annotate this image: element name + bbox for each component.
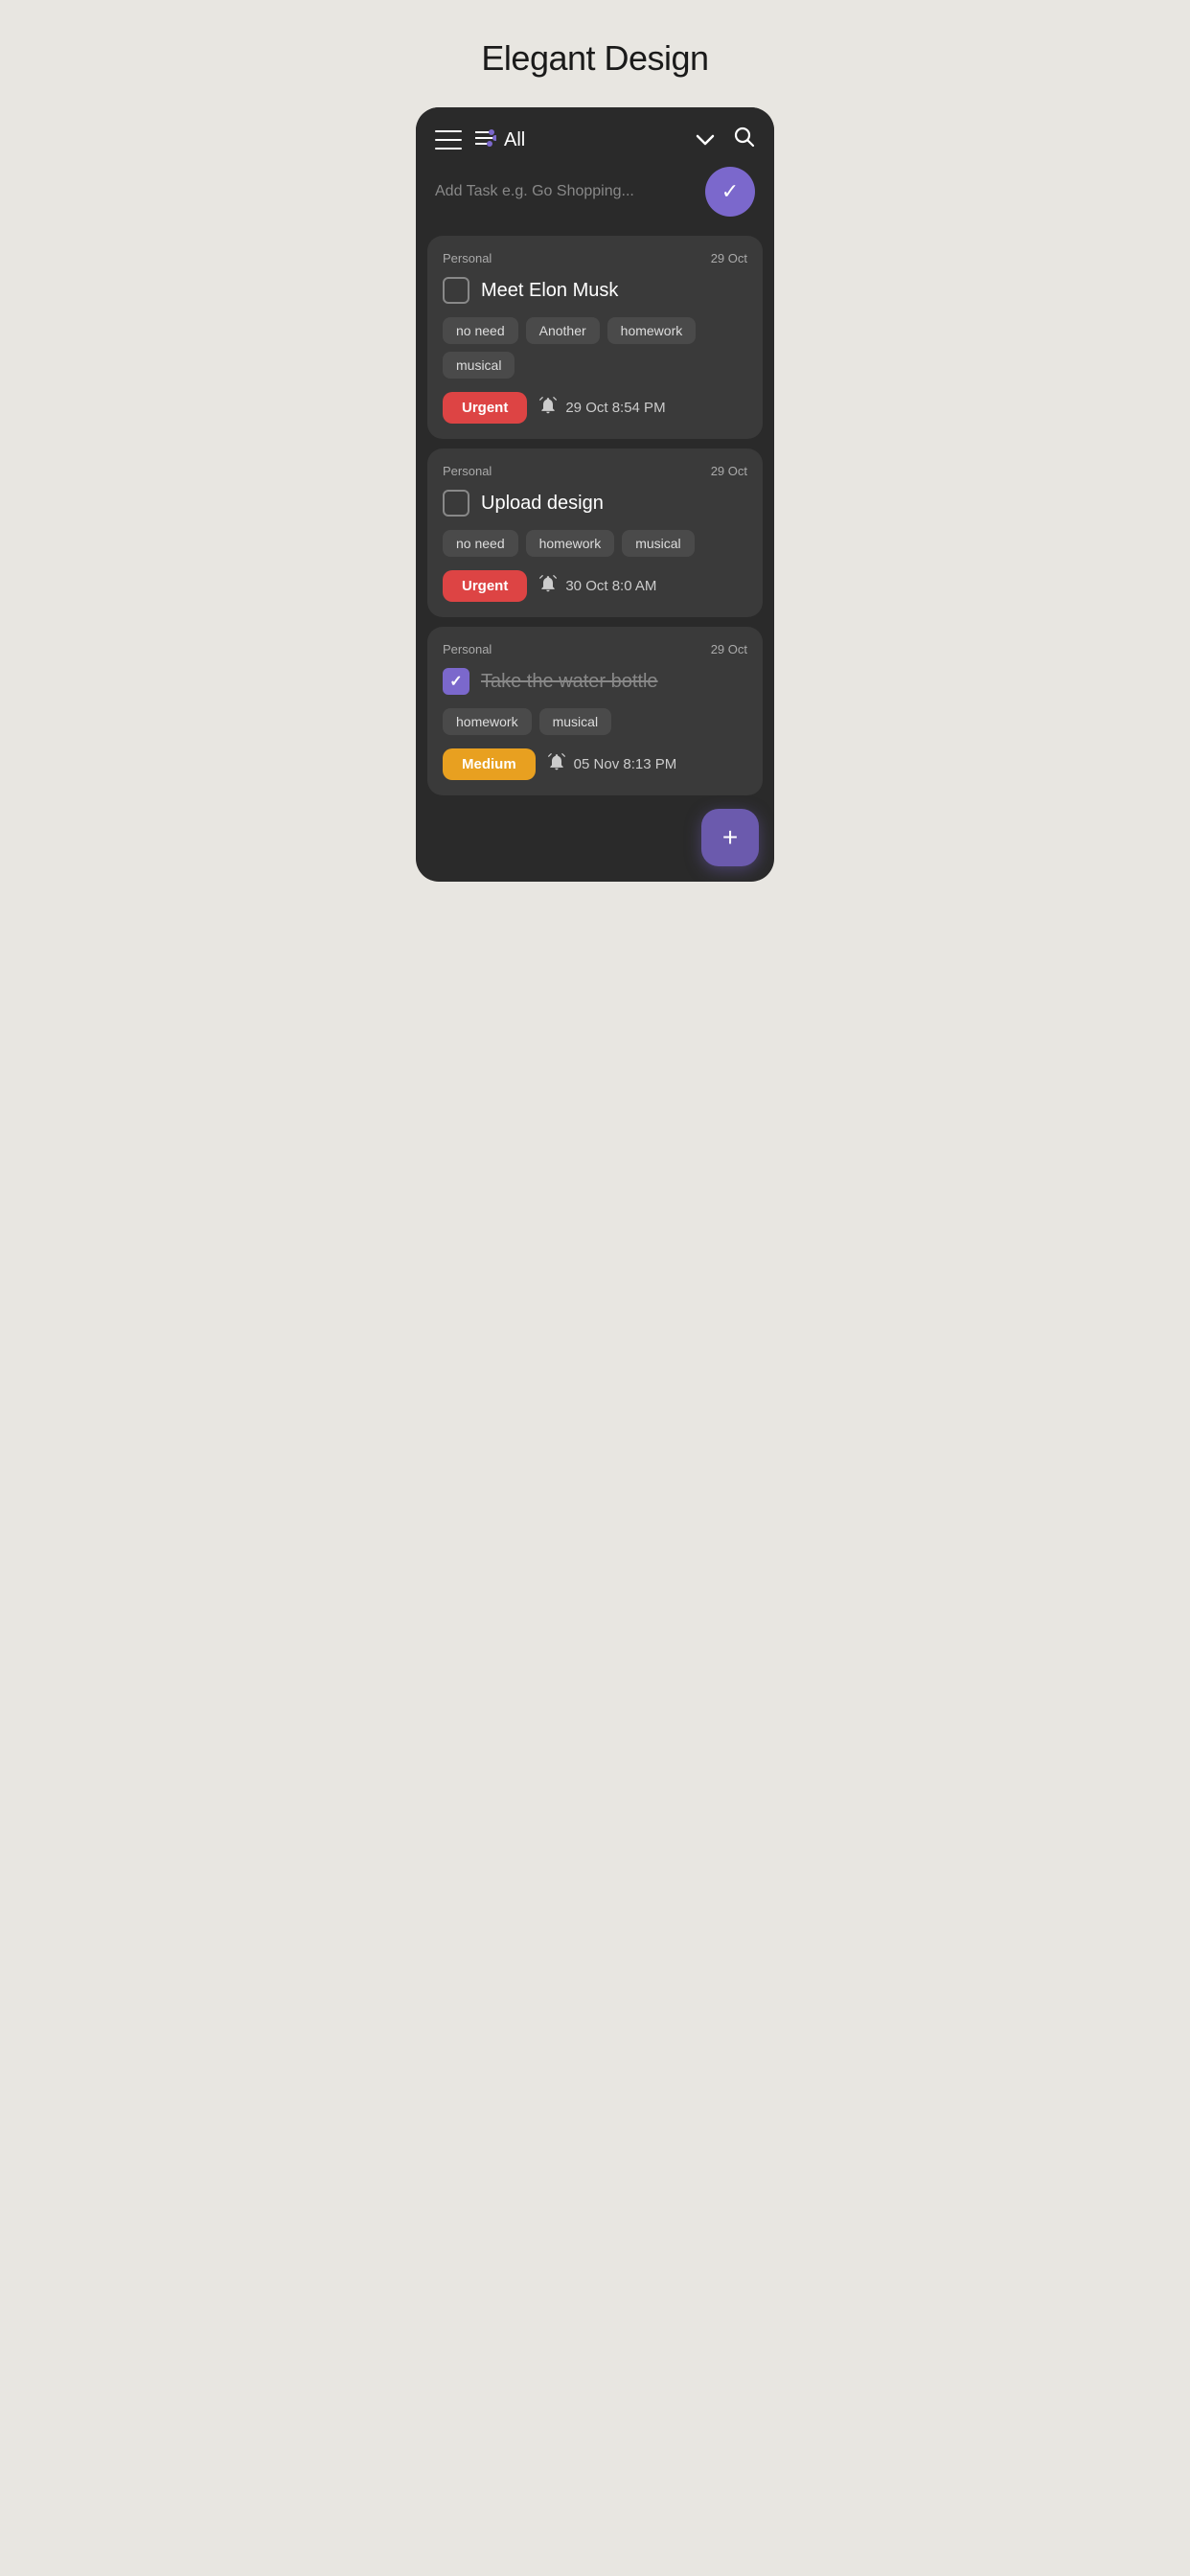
task-category: Personal xyxy=(443,464,492,478)
task-date: 29 Oct xyxy=(711,251,747,265)
tag[interactable]: musical xyxy=(539,708,611,735)
alarm-icon xyxy=(538,396,558,420)
hamburger-menu-icon[interactable] xyxy=(435,130,462,150)
task-card-header: Personal 29 Oct xyxy=(443,251,747,265)
tags-row: no need Another homework musical xyxy=(443,317,747,379)
add-task-row: ✓ xyxy=(416,167,774,236)
task-title-row: Upload design xyxy=(443,490,747,517)
nav-filter-label: All xyxy=(504,129,696,151)
tag[interactable]: Another xyxy=(526,317,600,344)
alarm-time: 30 Oct 8:0 AM xyxy=(565,578,656,594)
task-title-row: Take the water bottle xyxy=(443,668,747,695)
alarm-row: 05 Nov 8:13 PM xyxy=(547,752,677,776)
priority-badge[interactable]: Medium xyxy=(443,748,536,780)
alarm-time: 29 Oct 8:54 PM xyxy=(565,400,665,416)
filter-icon[interactable] xyxy=(475,129,496,151)
alarm-icon xyxy=(547,752,566,776)
task-title-row: Meet Elon Musk xyxy=(443,277,747,304)
task-card-header: Personal 29 Oct xyxy=(443,642,747,656)
task-list: Personal 29 Oct Meet Elon Musk no need An… xyxy=(416,236,774,795)
task-checkbox[interactable] xyxy=(443,668,469,695)
task-category: Personal xyxy=(443,251,492,265)
top-nav: All xyxy=(416,107,774,167)
task-category: Personal xyxy=(443,642,492,656)
task-title: Upload design xyxy=(481,493,604,515)
app-container: All ✓ Personal 29 Oct Meet Elon Musk xyxy=(416,107,774,882)
tag[interactable]: homework xyxy=(443,708,532,735)
task-card: Personal 29 Oct Upload design no need hom… xyxy=(427,448,763,617)
add-task-fab[interactable]: + xyxy=(701,809,759,866)
task-footer: Urgent 29 Oct 8:54 PM xyxy=(443,392,747,424)
add-task-input[interactable] xyxy=(435,173,694,210)
tag[interactable]: musical xyxy=(622,530,694,557)
tags-row: no need homework musical xyxy=(443,530,747,557)
tag[interactable]: homework xyxy=(607,317,697,344)
task-card: Personal 29 Oct Take the water bottle ho… xyxy=(427,627,763,795)
task-card-header: Personal 29 Oct xyxy=(443,464,747,478)
plus-icon: + xyxy=(722,824,738,851)
task-footer: Medium 05 Nov 8:13 PM xyxy=(443,748,747,780)
task-footer: Urgent 30 Oct 8:0 AM xyxy=(443,570,747,602)
task-title: Meet Elon Musk xyxy=(481,280,618,302)
alarm-time: 05 Nov 8:13 PM xyxy=(574,756,677,772)
task-date: 29 Oct xyxy=(711,464,747,478)
tag[interactable]: no need xyxy=(443,317,518,344)
task-date: 29 Oct xyxy=(711,642,747,656)
task-checkbox[interactable] xyxy=(443,490,469,517)
page-header: Elegant Design xyxy=(397,0,793,107)
add-task-confirm-button[interactable]: ✓ xyxy=(705,167,755,217)
task-checkbox[interactable] xyxy=(443,277,469,304)
alarm-row: 29 Oct 8:54 PM xyxy=(538,396,665,420)
tags-row: homework musical xyxy=(443,708,747,735)
task-title: Take the water bottle xyxy=(481,671,658,693)
page-title: Elegant Design xyxy=(416,38,774,79)
alarm-row: 30 Oct 8:0 AM xyxy=(538,574,656,598)
tag[interactable]: musical xyxy=(443,352,515,379)
priority-badge[interactable]: Urgent xyxy=(443,392,527,424)
tag[interactable]: homework xyxy=(526,530,615,557)
chevron-down-icon[interactable] xyxy=(696,130,715,150)
task-card: Personal 29 Oct Meet Elon Musk no need An… xyxy=(427,236,763,439)
alarm-icon xyxy=(538,574,558,598)
priority-badge[interactable]: Urgent xyxy=(443,570,527,602)
search-icon[interactable] xyxy=(734,126,755,153)
checkmark-icon: ✓ xyxy=(721,179,739,204)
tag[interactable]: no need xyxy=(443,530,518,557)
